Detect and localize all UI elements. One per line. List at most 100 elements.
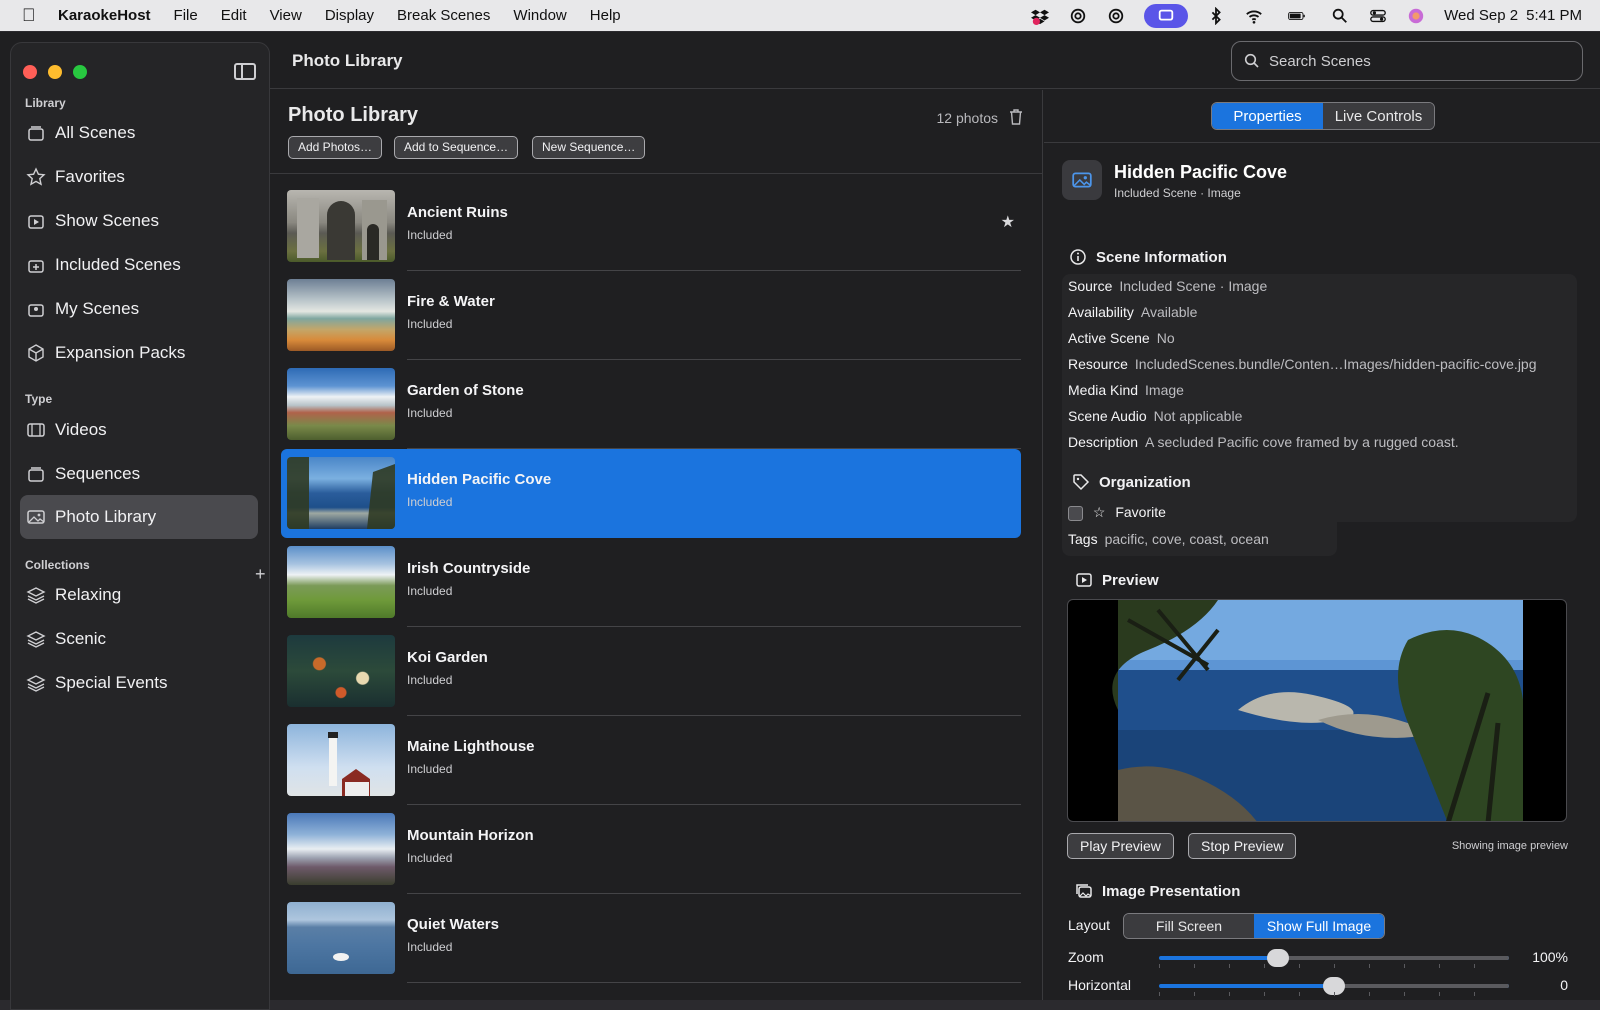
chatgpt-icon[interactable]: [1068, 7, 1088, 25]
sidebar-item-relaxing[interactable]: Relaxing: [20, 573, 258, 617]
list-item-hidden-pacific-cove[interactable]: Hidden Pacific Cove Included: [281, 449, 1021, 538]
image-presentation-header: Image Presentation: [1075, 882, 1240, 900]
sidebar-item-expansion-packs[interactable]: Expansion Packs: [20, 331, 258, 375]
sidebar-item-photo-library[interactable]: Photo Library: [20, 495, 258, 539]
list-item-ancient-ruins[interactable]: Ancient Ruins Included ★: [281, 182, 1021, 271]
horizontal-slider-rest: [1334, 984, 1509, 988]
sidebar-item-label: Sequences: [55, 464, 141, 483]
sidebar-item-scenic[interactable]: Scenic: [20, 617, 258, 661]
photo-stack-icon: [1076, 884, 1092, 898]
item-status: Included: [407, 940, 453, 954]
sidebar-item-special-events[interactable]: Special Events: [20, 661, 258, 705]
preview-status: Showing image preview: [1451, 840, 1568, 852]
wifi-icon[interactable]: [1244, 7, 1264, 25]
bluetooth-icon[interactable]: [1206, 6, 1226, 25]
organization-header: Organization: [1072, 473, 1191, 491]
sidebar-item-included-scenes[interactable]: Included Scenes: [20, 243, 258, 287]
list-item-garden-of-stone[interactable]: Garden of Stone Included: [281, 360, 1021, 449]
dropbox-icon[interactable]: [1030, 7, 1050, 25]
sidebar-section-type: Type: [25, 392, 53, 406]
item-status: Included: [407, 495, 453, 509]
image-presentation-title: Image Presentation: [1102, 882, 1241, 900]
add-photos-button[interactable]: Add Photos…: [288, 136, 383, 159]
menu-break-scenes[interactable]: Break Scenes: [397, 7, 490, 24]
menu-help[interactable]: Help: [590, 7, 621, 24]
show-full-image-option[interactable]: Show Full Image: [1254, 914, 1384, 938]
minimize-window-button[interactable]: [48, 65, 62, 79]
sidebar-item-favorites[interactable]: Favorites: [20, 155, 258, 199]
menu-display[interactable]: Display: [325, 7, 374, 24]
preview-title: Preview: [1102, 571, 1159, 589]
add-to-sequence-button[interactable]: Add to Sequence…: [394, 136, 519, 159]
list-item-maine-lighthouse[interactable]: Maine Lighthouse Included: [281, 716, 1021, 805]
list-header: Photo Library 12 photos Add Photos… Add …: [270, 90, 1043, 174]
thumbnail-image: [287, 279, 395, 351]
scene-information-title: Scene Information: [1096, 248, 1227, 266]
trash-icon[interactable]: [1009, 109, 1023, 125]
tab-live-controls[interactable]: Live Controls: [1323, 103, 1434, 129]
zoom-slider[interactable]: [1159, 949, 1509, 967]
menu-view[interactable]: View: [270, 7, 302, 24]
list-item-irish-countryside[interactable]: Irish Countryside Included: [281, 538, 1021, 627]
sidebar-item-my-scenes[interactable]: My Scenes: [20, 287, 258, 331]
info-description: Description A secluded Pacific cove frame…: [1068, 434, 1459, 450]
sidebar-item-label: Special Events: [55, 673, 168, 692]
screen-share-icon[interactable]: [1144, 3, 1189, 28]
horizontal-slider[interactable]: [1159, 977, 1509, 995]
menu-file[interactable]: File: [174, 7, 198, 24]
siri-icon[interactable]: [1406, 7, 1426, 25]
favorite-star-icon[interactable]: ★: [1001, 212, 1015, 232]
control-center-icon[interactable]: [1368, 7, 1388, 25]
layers-icon: [26, 629, 46, 649]
list-item-quiet-waters[interactable]: Quiet Waters Included: [281, 894, 1021, 983]
new-sequence-button[interactable]: New Sequence…: [532, 136, 646, 159]
search-input[interactable]: [1269, 52, 1569, 70]
list-item-mountain-horizon[interactable]: Mountain Horizon Included: [281, 805, 1021, 894]
sidebar-item-all-scenes[interactable]: All Scenes: [20, 111, 258, 155]
menu-time[interactable]: 5:41 PM: [1526, 7, 1582, 24]
list-item-koi-garden[interactable]: Koi Garden Included: [281, 627, 1021, 716]
item-status: Included: [407, 584, 453, 598]
sidebar: Library All Scenes Favorites Show Scenes…: [10, 42, 270, 1010]
thumbnail-image: [287, 190, 395, 262]
battery-icon[interactable]: [1282, 7, 1312, 25]
openai-icon[interactable]: [1106, 7, 1126, 25]
play-preview-button[interactable]: Play Preview: [1067, 833, 1174, 859]
divider: [407, 982, 1021, 983]
person-stack-icon: [26, 299, 46, 319]
preview-header: Preview: [1075, 571, 1159, 589]
layout-segmented-control: Fill Screen Show Full Image: [1123, 913, 1385, 939]
info-scene-audio: Scene Audio Not applicable: [1068, 408, 1243, 424]
menu-window[interactable]: Window: [513, 7, 566, 24]
info-source: Source Included Scene · Image: [1068, 278, 1268, 294]
item-name: Quiet Waters: [407, 916, 499, 933]
list-item-fire-water[interactable]: Fire & Water Included: [281, 271, 1021, 360]
spotlight-search-icon[interactable]: [1330, 7, 1350, 25]
apple-menu-icon[interactable]: : [22, 5, 44, 26]
menu-app-name[interactable]: KaraokeHost: [58, 7, 151, 24]
sidebar-item-label: All Scenes: [55, 123, 136, 142]
item-name: Hidden Pacific Cove: [407, 471, 552, 488]
stop-preview-button[interactable]: Stop Preview: [1188, 833, 1297, 859]
divider: [1044, 142, 1600, 143]
zoom-window-button[interactable]: [73, 65, 87, 79]
thumbnail-image: [287, 546, 395, 618]
star-icon: ☆: [1092, 504, 1106, 520]
search-field[interactable]: [1231, 41, 1583, 81]
menu-date[interactable]: Wed Sep 2: [1444, 7, 1518, 24]
stack-icon: [26, 464, 46, 484]
scene-title: Hidden Pacific Cove: [1114, 162, 1288, 182]
favorite-checkbox[interactable]: [1068, 505, 1083, 521]
menu-edit[interactable]: Edit: [221, 7, 247, 24]
inspector-pane: Properties Live Controls Hidden Pacific …: [1044, 90, 1600, 1000]
plus-stack-icon: [26, 255, 46, 275]
item-status: Included: [407, 673, 453, 687]
sidebar-item-videos[interactable]: Videos: [20, 408, 258, 452]
close-window-button[interactable]: [23, 65, 37, 79]
sidebar-item-show-scenes[interactable]: Show Scenes: [20, 199, 258, 243]
tab-properties[interactable]: Properties: [1212, 103, 1323, 129]
sidebar-item-sequences[interactable]: Sequences: [20, 452, 258, 496]
scene-subtitle: Included Scene · Image: [1114, 186, 1241, 200]
sidebar-toggle-icon[interactable]: [234, 63, 256, 80]
fill-screen-option[interactable]: Fill Screen: [1124, 914, 1254, 938]
